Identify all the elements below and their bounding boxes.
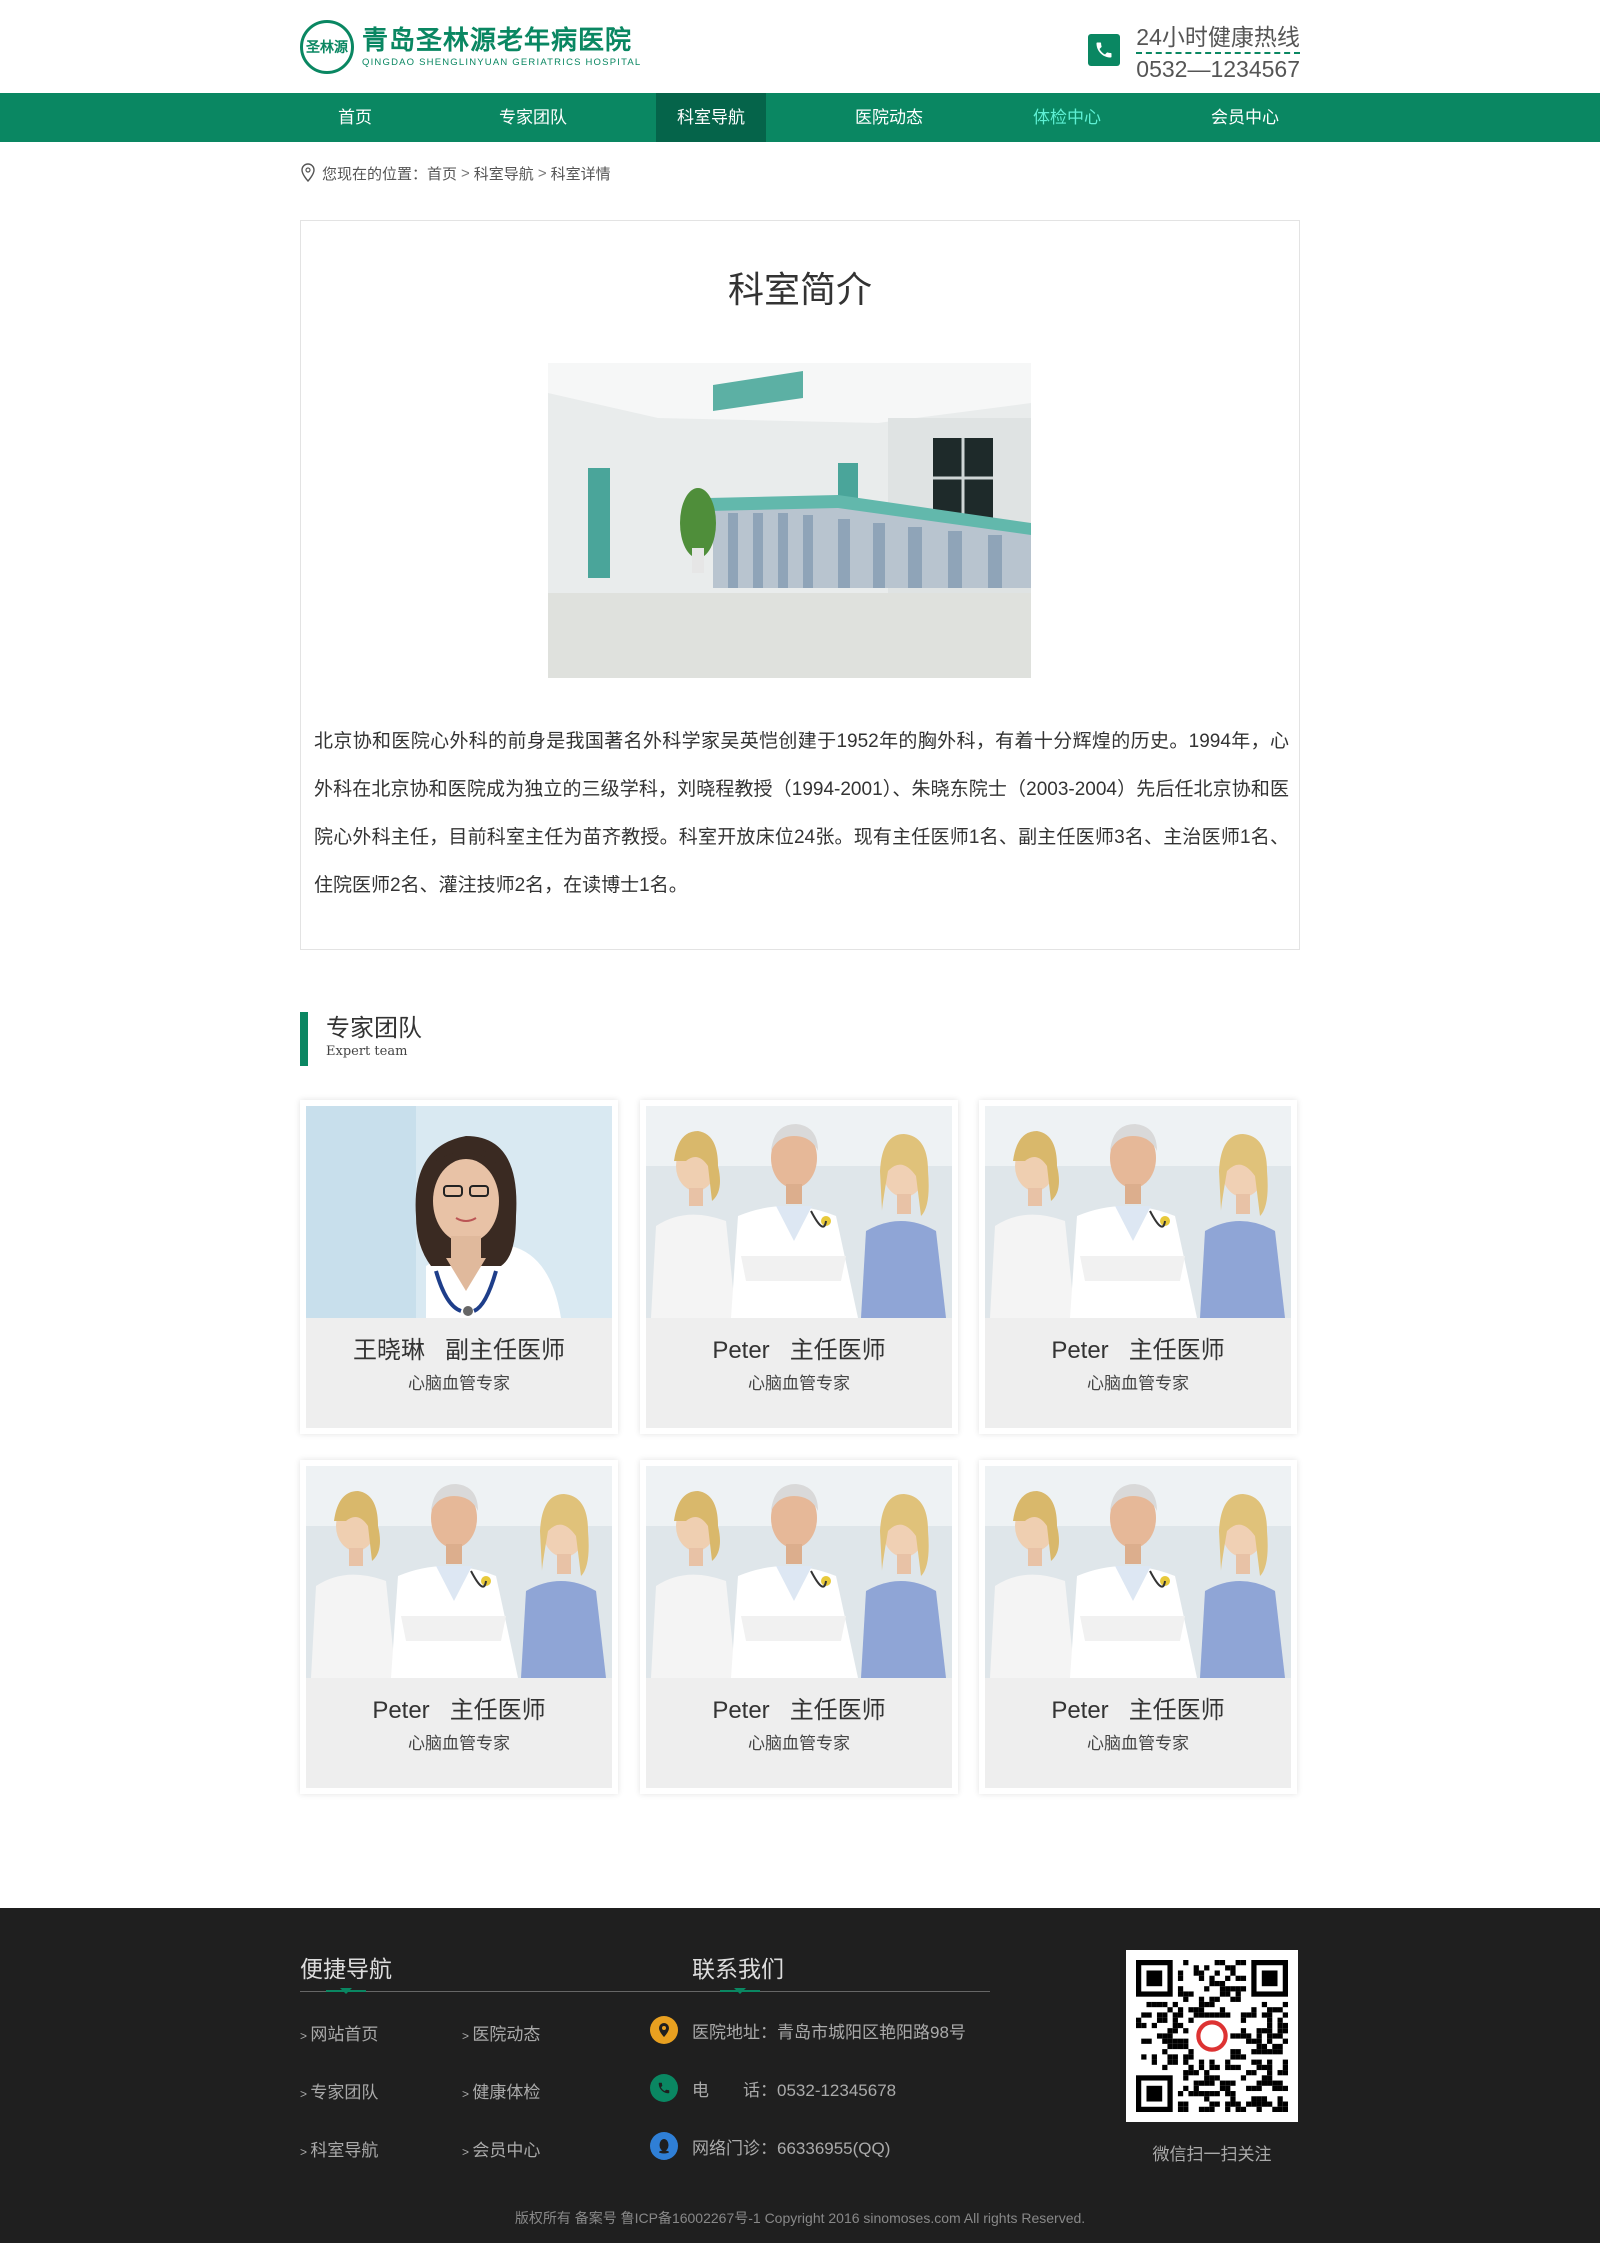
breadcrumb-departments[interactable]: 科室导航 bbox=[474, 163, 534, 184]
footer-qq-text[interactable]: 网络门诊：66336955(QQ) bbox=[692, 2134, 890, 2159]
intro-text: 北京协和医院心外科的前身是我国著名外科学家吴英恺创建于1952年的胸外科，有着十… bbox=[314, 731, 1289, 896]
expert-info: Peter 主任医师心脑血管专家 bbox=[985, 1318, 1291, 1428]
breadcrumb-separator: > bbox=[537, 164, 547, 182]
hotline-number: 0532—1234567 bbox=[1136, 56, 1300, 82]
nav-item-departments[interactable]: 科室导航 bbox=[656, 93, 766, 142]
location-icon bbox=[650, 2016, 678, 2044]
expert-title: 主任医师 bbox=[789, 1337, 886, 1364]
site-footer: 便捷导航 联系我们 网站首页 专家团队 科室导航 医院动态 健康体检 会员中心 … bbox=[0, 1908, 1600, 2243]
expert-specialty: 心脑血管专家 bbox=[1087, 1374, 1189, 1393]
expert-photo bbox=[306, 1466, 612, 1678]
expert-photo bbox=[985, 1466, 1291, 1678]
footer-divider bbox=[300, 1991, 990, 1992]
expert-name-line: Peter 主任医师 bbox=[985, 1318, 1291, 1366]
nav-item-home[interactable]: 首页 bbox=[300, 93, 410, 142]
expert-name-line: Peter 主任医师 bbox=[646, 1678, 952, 1726]
expert-specialty: 心脑血管专家 bbox=[748, 1734, 850, 1753]
expert-info: Peter 主任医师心脑血管专家 bbox=[306, 1678, 612, 1788]
footer-nav-marker bbox=[326, 1988, 366, 1994]
footer-phone-text: 电 话：0532-12345678 bbox=[692, 2080, 897, 2100]
qr-caption: 微信扫一扫关注 bbox=[1152, 2145, 1272, 2164]
expert-name: Peter bbox=[372, 1697, 430, 1724]
department-photo bbox=[548, 363, 1031, 678]
expert-card[interactable]: 王晓琳 副主任医师心脑血管专家 bbox=[300, 1100, 618, 1434]
hospital-name-en: QINGDAO SHENGLINYUAN GERIATRICS HOSPITAL bbox=[362, 57, 642, 68]
location-pin-icon bbox=[300, 163, 316, 183]
expert-photo bbox=[306, 1106, 612, 1318]
expert-name: Peter bbox=[712, 1337, 770, 1364]
footer-contact-title: 联系我们 bbox=[692, 1956, 784, 1982]
qq-icon bbox=[650, 2132, 678, 2160]
logo-mark-text: 圣林源 bbox=[306, 40, 348, 56]
expert-info: Peter 主任医师心脑血管专家 bbox=[985, 1678, 1291, 1788]
wechat-qr-code bbox=[1126, 1950, 1298, 2122]
expert-title: 副主任医师 bbox=[445, 1337, 565, 1364]
expert-title: 主任医师 bbox=[1128, 1337, 1225, 1364]
breadcrumb-home[interactable]: 首页 bbox=[427, 163, 457, 184]
expert-name: 王晓琳 bbox=[353, 1337, 425, 1364]
nav-item-experts[interactable]: 专家团队 bbox=[478, 93, 588, 142]
breadcrumb-separator: > bbox=[461, 164, 470, 182]
breadcrumb-prefix: 您现在的位置： bbox=[322, 165, 428, 183]
logo-mark-icon: 圣林源 bbox=[300, 20, 354, 74]
footer-phone: 电 话：0532-12345678 bbox=[650, 2074, 896, 2102]
department-intro: 科室简介 北京协和医院心外科的前身是我国著名外科学家吴英恺创建于1952年的胸外… bbox=[300, 220, 1300, 950]
expert-specialty: 心脑血管专家 bbox=[1087, 1734, 1189, 1753]
expert-specialty: 心脑血管专家 bbox=[748, 1374, 850, 1393]
expert-name-line: Peter 主任医师 bbox=[985, 1678, 1291, 1726]
main-nav: 首页 专家团队 科室导航 医院动态 体检中心 会员中心 bbox=[0, 93, 1600, 142]
footer-nav-title: 便捷导航 bbox=[300, 1956, 392, 1982]
footer-address: 医院地址：青岛市城阳区艳阳路98号 bbox=[650, 2016, 966, 2044]
expert-team-heading: 专家团队 Expert team bbox=[300, 1012, 422, 1066]
footer-link-departments[interactable]: 科室导航 bbox=[300, 2136, 378, 2161]
hospital-name: 青岛圣林源老年病医院 bbox=[362, 25, 633, 55]
expert-title: 主任医师 bbox=[449, 1697, 546, 1724]
site-header: 圣林源 青岛圣林源老年病医院 QINGDAO SHENGLINYUAN GERI… bbox=[0, 0, 1600, 93]
expert-name-line: 王晓琳 副主任医师 bbox=[306, 1318, 612, 1366]
phone-icon bbox=[1088, 34, 1121, 66]
expert-card[interactable]: Peter 主任医师心脑血管专家 bbox=[300, 1460, 618, 1794]
hotline-title: 24小时健康热线 bbox=[1136, 22, 1300, 54]
footer-link-checkup[interactable]: 健康体检 bbox=[462, 2078, 540, 2103]
nav-item-members[interactable]: 会员中心 bbox=[1190, 93, 1300, 142]
copyright: 版权所有 备案号 鲁ICP备16002267号-1 Copyright 2016… bbox=[514, 2210, 1086, 2226]
expert-name-line: Peter 主任医师 bbox=[306, 1678, 612, 1726]
expert-title: 主任医师 bbox=[1128, 1697, 1225, 1724]
expert-specialty: 心脑血管专家 bbox=[408, 1374, 510, 1393]
expert-name: Peter bbox=[712, 1697, 770, 1724]
expert-photo bbox=[646, 1466, 952, 1678]
footer-qq: 网络门诊：66336955(QQ) bbox=[650, 2132, 890, 2160]
expert-info: 王晓琳 副主任医师心脑血管专家 bbox=[306, 1318, 612, 1428]
expert-team-subtitle: Expert team bbox=[326, 1044, 408, 1059]
hospital-logo[interactable]: 圣林源 青岛圣林源老年病医院 QINGDAO SHENGLINYUAN GERI… bbox=[300, 20, 641, 74]
expert-name: Peter bbox=[1051, 1697, 1109, 1724]
footer-link-news[interactable]: 医院动态 bbox=[462, 2020, 540, 2045]
footer-link-experts[interactable]: 专家团队 bbox=[300, 2078, 378, 2103]
footer-link-home[interactable]: 网站首页 bbox=[300, 2020, 378, 2045]
phone-icon bbox=[650, 2074, 678, 2102]
expert-photo bbox=[985, 1106, 1291, 1318]
expert-name-line: Peter 主任医师 bbox=[646, 1318, 952, 1366]
expert-card[interactable]: Peter 主任医师心脑血管专家 bbox=[640, 1100, 958, 1434]
footer-contact-marker bbox=[720, 1988, 760, 1994]
expert-card[interactable]: Peter 主任医师心脑血管专家 bbox=[640, 1460, 958, 1794]
nav-item-checkup[interactable]: 体检中心 bbox=[1012, 93, 1122, 142]
breadcrumb-current: 科室详情 bbox=[550, 165, 611, 183]
expert-info: Peter 主任医师心脑血管专家 bbox=[646, 1318, 952, 1428]
breadcrumb: 您现在的位置： 首页 > 科室导航 > 科室详情 bbox=[300, 160, 1300, 186]
footer-link-members[interactable]: 会员中心 bbox=[462, 2136, 540, 2161]
hotline: 24小时健康热线 0532—1234567 bbox=[1088, 22, 1300, 84]
intro-title: 科室简介 bbox=[727, 269, 872, 310]
footer-address-text: 医院地址：青岛市城阳区艳阳路98号 bbox=[692, 2022, 966, 2042]
expert-title: 主任医师 bbox=[789, 1697, 886, 1724]
expert-photo bbox=[646, 1106, 952, 1318]
expert-team-title: 专家团队 bbox=[326, 1015, 422, 1042]
nav-item-news[interactable]: 医院动态 bbox=[834, 93, 944, 142]
expert-specialty: 心脑血管专家 bbox=[408, 1734, 510, 1753]
expert-name: Peter bbox=[1051, 1337, 1109, 1364]
expert-info: Peter 主任医师心脑血管专家 bbox=[646, 1678, 952, 1788]
expert-card[interactable]: Peter 主任医师心脑血管专家 bbox=[979, 1100, 1297, 1434]
expert-card[interactable]: Peter 主任医师心脑血管专家 bbox=[979, 1460, 1297, 1794]
